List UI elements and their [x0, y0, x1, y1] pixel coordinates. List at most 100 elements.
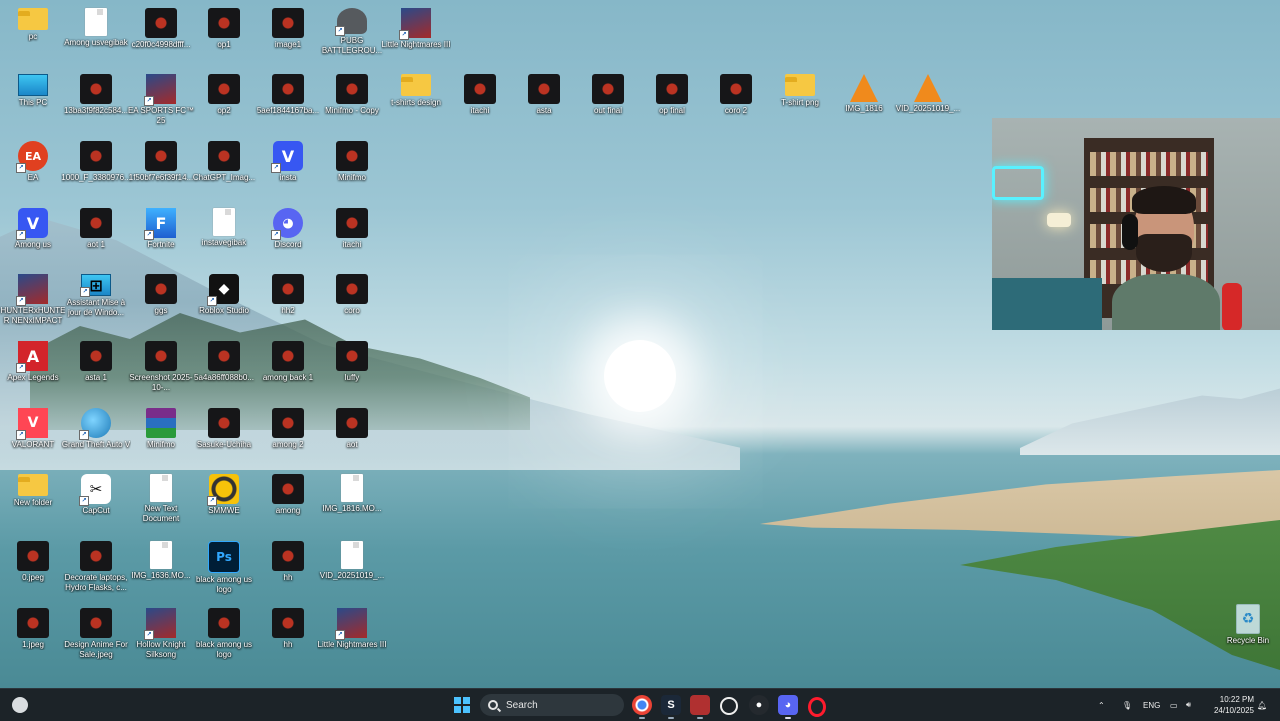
- desktop-icon[interactable]: IMG_1816.MO...: [319, 470, 385, 532]
- desktop-icon[interactable]: EA ↗ EA: [0, 137, 66, 199]
- desktop-icon[interactable]: Design Anime For Sale.jpeg: [63, 604, 129, 666]
- desktop-icon[interactable]: IMG_1636.MO...: [128, 537, 194, 599]
- desktop-icon[interactable]: out final: [575, 70, 641, 132]
- desktop-icon[interactable]: A ↗ Apex Legends: [0, 337, 66, 399]
- desktop-icon[interactable]: ↗ Hollow Knight Silksong: [128, 604, 194, 666]
- desktop-icon[interactable]: ↗ PUBG BATTLEGROU...: [319, 4, 385, 66]
- desktop-icon[interactable]: This PC: [0, 70, 66, 132]
- fortnite-icon: F ↗: [144, 208, 176, 240]
- desktop-icon[interactable]: luffy: [319, 337, 385, 399]
- folder-icon: [18, 8, 48, 30]
- desktop-icon[interactable]: 13ba3f9f82c584...: [63, 70, 129, 132]
- network-icon[interactable]: ▭: [1170, 689, 1178, 721]
- desktop-icon[interactable]: ChatGPT_Imag...: [191, 137, 257, 199]
- image-icon: [17, 608, 49, 638]
- desktop-icon[interactable]: T-shirt png: [767, 70, 833, 132]
- desktop-icon[interactable]: 0.jpeg: [0, 537, 66, 599]
- desktop-icon[interactable]: 1f50bf7e6f39f14...: [128, 137, 194, 199]
- desktop-icon[interactable]: Minifmo: [128, 404, 194, 466]
- desktop-icon[interactable]: ↗ Grand Theft Auto V: [62, 404, 130, 466]
- desktop-icon[interactable]: New folder: [0, 470, 66, 532]
- desktop-icon[interactable]: Among usvegibak: [63, 4, 129, 66]
- desktop-icon[interactable]: c20f0c4998dfff...: [128, 4, 194, 66]
- desktop-icon[interactable]: Ps black among us logo: [191, 537, 257, 599]
- desktop-icon[interactable]: asta: [511, 70, 577, 132]
- desktop-icon[interactable]: ◆ ↗ Roblox Studio: [191, 270, 257, 332]
- widgets-icon[interactable]: [12, 697, 28, 713]
- desktop-icon[interactable]: op1: [191, 4, 257, 66]
- desktop-icon[interactable]: ↗ Little Nightmares III: [318, 604, 386, 666]
- desktop-icon[interactable]: V ↗ insta: [255, 137, 321, 199]
- language-indicator[interactable]: ENG: [1143, 689, 1160, 721]
- desktop-icon[interactable]: ♻ Recycle Bin: [1215, 600, 1280, 662]
- steam-icon[interactable]: S: [661, 695, 681, 719]
- desktop-icon-label: New folder: [13, 498, 53, 507]
- tray-overflow-icon[interactable]: ⌃: [1098, 689, 1105, 721]
- desktop-icon[interactable]: ⊞ ↗ Assistant Mise à jour de Windo...: [63, 270, 129, 332]
- image-icon: [336, 274, 368, 304]
- notification-icon[interactable]: 🔔︎: [1257, 689, 1267, 721]
- clock-time: 10:22 PM: [1219, 695, 1254, 704]
- desktop-icon[interactable]: itachi: [447, 70, 513, 132]
- desktop-icon[interactable]: V ↗ Among us: [0, 204, 66, 266]
- desktop-icon[interactable]: ◕ ↗ Discord: [255, 204, 321, 266]
- desktop-icon[interactable]: asta 1: [63, 337, 129, 399]
- desktop-icon[interactable]: Screenshot 2025-10-...: [128, 337, 194, 399]
- github-icon[interactable]: ●: [749, 695, 769, 715]
- volume-icon[interactable]: 🔊︎: [1186, 689, 1191, 721]
- desktop-icon[interactable]: hh: [255, 604, 321, 666]
- desktop-icon[interactable]: ↗ Little Nightmares III: [382, 4, 450, 66]
- desktop-icon[interactable]: ↗ SMMWE: [191, 470, 257, 532]
- desktop-icon[interactable]: Decorate laptops, Hydro Flasks, c...: [63, 537, 129, 599]
- desktop-icon[interactable]: aot 1: [63, 204, 129, 266]
- microphone-icon[interactable]: 🎙︎: [1122, 689, 1132, 721]
- shortcut-arrow-icon: ↗: [144, 96, 154, 106]
- desktop-icon[interactable]: black among us logo: [191, 604, 257, 666]
- taskbar-search[interactable]: Search: [480, 694, 624, 716]
- desktop-icon[interactable]: ↗ HUNTERxHUNTER NENxIMPACT: [0, 270, 66, 332]
- desktop-icon[interactable]: coro 2: [703, 70, 769, 132]
- desktop-icon[interactable]: 5aef1844167ba...: [255, 70, 321, 132]
- ea-icon: EA ↗: [16, 141, 48, 173]
- desktop-icon[interactable]: among 2: [255, 404, 321, 466]
- desktop-icon[interactable]: t-shirts design: [383, 70, 449, 132]
- desktop-icon[interactable]: ↗ EA SPORTS FC™ 25: [128, 70, 194, 132]
- desktop-icon[interactable]: image1: [255, 4, 321, 66]
- desktop-icon[interactable]: Sasuke-Uchiha: [191, 404, 257, 466]
- desktop-icon[interactable]: ✂ ↗ CapCut: [63, 470, 129, 532]
- desktop-icon[interactable]: among: [255, 470, 321, 532]
- clock[interactable]: 10:22 PM 24/10/2025: [1206, 694, 1254, 716]
- desktop-icon[interactable]: coro: [319, 270, 385, 332]
- desktop-icon[interactable]: ggs: [128, 270, 194, 332]
- desktop-icon[interactable]: 1000_F_3380976...: [61, 137, 131, 199]
- desktop-icon[interactable]: among back 1: [255, 337, 321, 399]
- desktop-icon[interactable]: Minifmo - Copy: [319, 70, 385, 132]
- desktop-icon[interactable]: hh: [255, 537, 321, 599]
- desktop-icon[interactable]: hh2: [255, 270, 321, 332]
- desktop-icon[interactable]: New Text Document: [128, 470, 194, 532]
- desktop-icon[interactable]: op final: [639, 70, 705, 132]
- desktop-icon[interactable]: pc: [0, 4, 66, 66]
- desktop-icon[interactable]: 1.jpeg: [0, 604, 66, 666]
- desktop-icon[interactable]: IMG_1816: [831, 70, 897, 132]
- capture-icon[interactable]: [690, 695, 710, 719]
- discord-icon[interactable]: ◕: [778, 695, 798, 719]
- desktop-icon[interactable]: VID_20251019_...: [319, 537, 385, 599]
- opera-icon[interactable]: [808, 697, 826, 717]
- desktop-icon[interactable]: instavegibak: [191, 204, 257, 266]
- desktop-icon[interactable]: 5a4a86ff088b0...: [191, 337, 257, 399]
- start-button[interactable]: [454, 697, 470, 713]
- desktop-icon[interactable]: V ↗ VALORANT: [0, 404, 66, 466]
- desktop-icon[interactable]: Minifmo: [319, 137, 385, 199]
- wallpaper-mountain-right: [1020, 388, 1280, 455]
- desktop-icon[interactable]: aot: [319, 404, 385, 466]
- lamp: [1047, 213, 1071, 227]
- desktop-icon-label: Decorate laptops, Hydro Flasks, c...: [64, 573, 128, 592]
- desktop-icon[interactable]: itachi: [319, 204, 385, 266]
- chrome-icon[interactable]: [632, 695, 652, 719]
- image-icon: [336, 141, 368, 171]
- desktop-icon[interactable]: VID_20251019_...: [895, 70, 961, 132]
- chatgpt-icon[interactable]: [720, 697, 738, 715]
- desktop-icon[interactable]: op2: [191, 70, 257, 132]
- desktop-icon[interactable]: F ↗ Fortnite: [128, 204, 194, 266]
